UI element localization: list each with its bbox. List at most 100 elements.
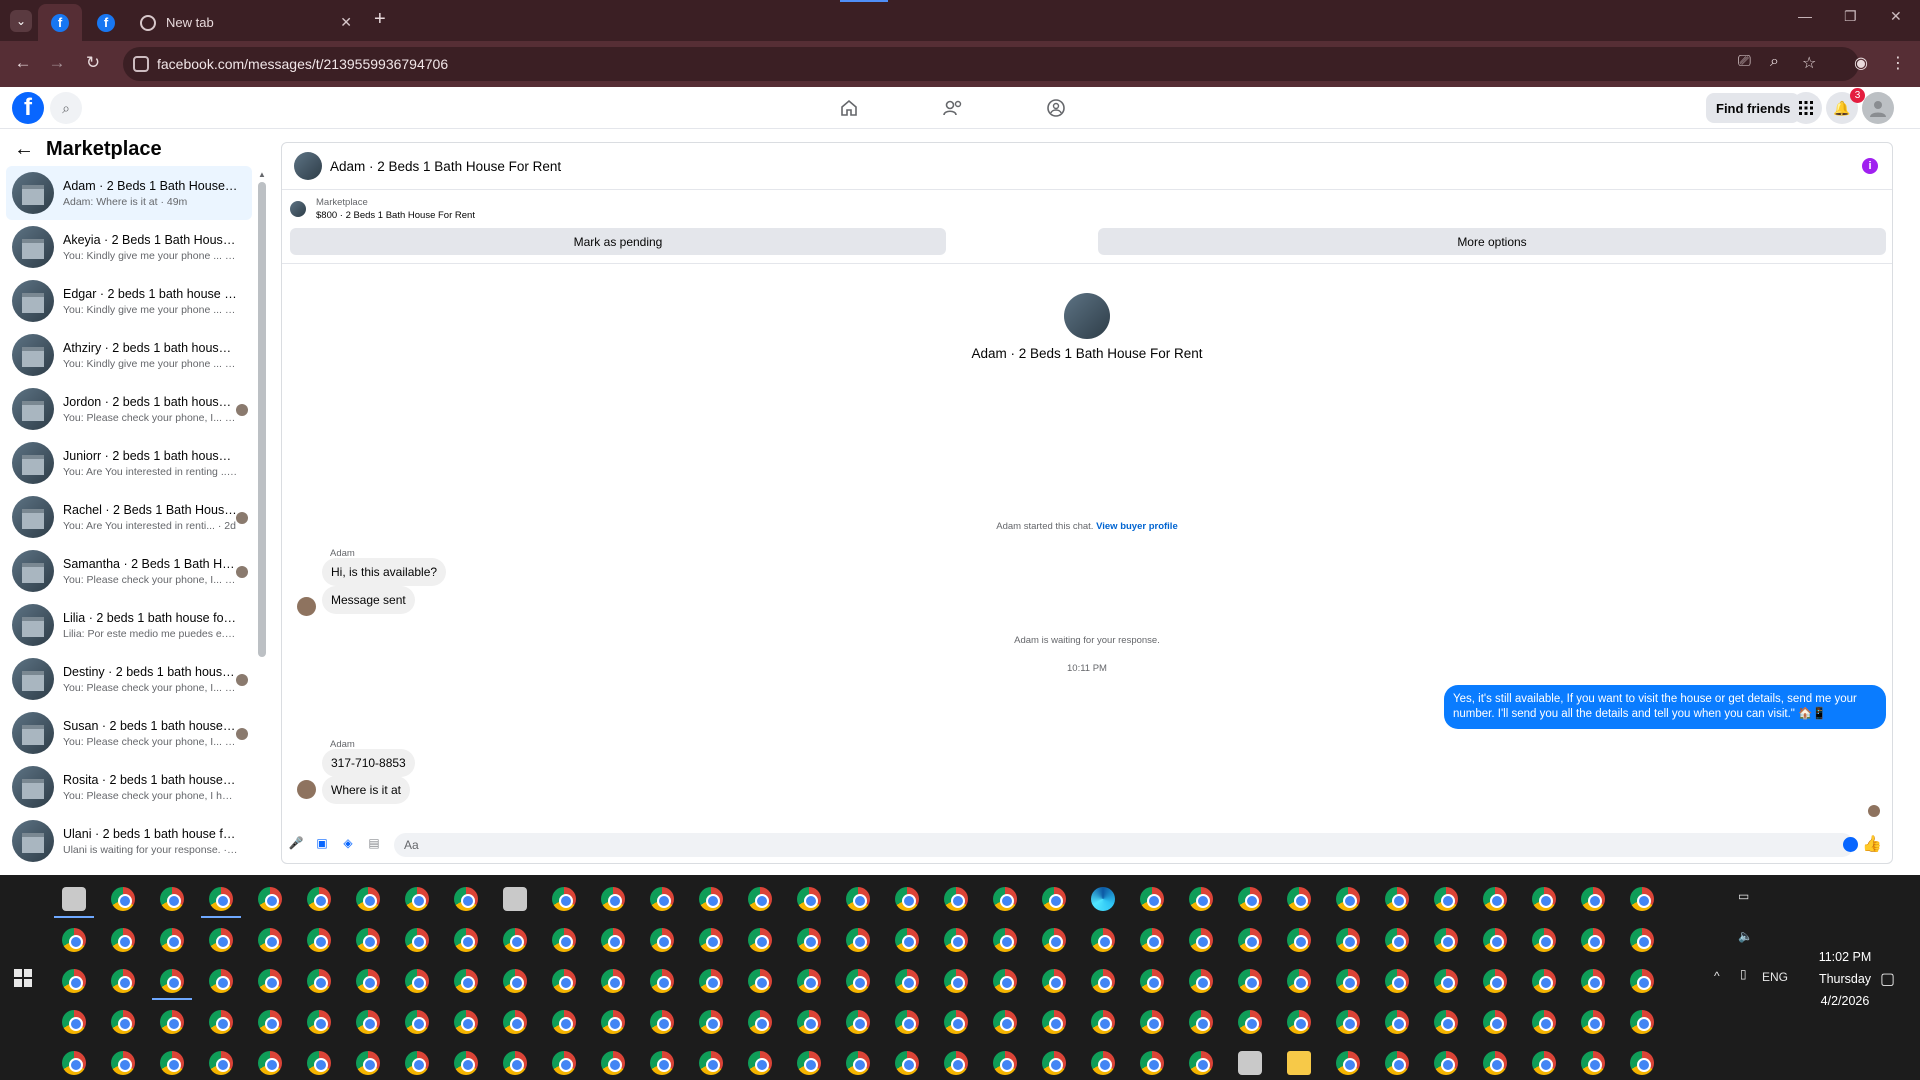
- chrome-taskbar-icon[interactable]: [699, 887, 723, 911]
- chrome-taskbar-icon[interactable]: [846, 1051, 870, 1075]
- chrome-taskbar-icon[interactable]: [601, 969, 625, 993]
- chrome-taskbar-icon[interactable]: [1238, 928, 1262, 952]
- chrome-taskbar-icon[interactable]: [650, 887, 674, 911]
- chrome-taskbar-icon[interactable]: [1581, 1010, 1605, 1034]
- chrome-taskbar-icon[interactable]: [307, 969, 331, 993]
- chrome-taskbar-icon[interactable]: [1140, 1010, 1164, 1034]
- tab-new-tab[interactable]: New tab ✕: [130, 4, 362, 41]
- chrome-taskbar-icon[interactable]: [307, 928, 331, 952]
- sticker-icon[interactable]: ◈: [340, 835, 356, 851]
- chrome-taskbar-icon[interactable]: [258, 969, 282, 993]
- chrome-taskbar-icon[interactable]: [1483, 1010, 1507, 1034]
- chrome-taskbar-icon[interactable]: [307, 887, 331, 911]
- chrome-taskbar-icon[interactable]: [1336, 1051, 1360, 1075]
- chrome-taskbar-icon[interactable]: [1140, 969, 1164, 993]
- message-input[interactable]: Aa: [394, 833, 1854, 857]
- chrome-taskbar-icon[interactable]: [748, 1051, 772, 1075]
- chrome-taskbar-icon[interactable]: [895, 1051, 919, 1075]
- facebook-pinned-tab[interactable]: f: [38, 4, 82, 41]
- chrome-taskbar-icon[interactable]: [160, 928, 184, 952]
- chrome-taskbar-icon[interactable]: [944, 928, 968, 952]
- chrome-taskbar-icon[interactable]: [552, 969, 576, 993]
- chrome-taskbar-icon[interactable]: [454, 928, 478, 952]
- chat-title[interactable]: Adam · 2 Beds 1 Bath House For Rent: [330, 159, 561, 174]
- chrome-taskbar-icon[interactable]: [503, 1010, 527, 1034]
- restore-icon[interactable]: ❐: [1844, 8, 1857, 25]
- chrome-taskbar-icon[interactable]: [160, 1051, 184, 1075]
- chrome-taskbar-icon[interactable]: [748, 1010, 772, 1034]
- chrome-taskbar-icon[interactable]: [62, 1010, 86, 1034]
- info-icon[interactable]: i: [1862, 158, 1878, 174]
- chrome-taskbar-icon[interactable]: [993, 928, 1017, 952]
- chrome-taskbar-icon[interactable]: [1042, 1010, 1066, 1034]
- tab-search-icon[interactable]: ⌄: [10, 10, 32, 32]
- chrome-taskbar-icon[interactable]: [650, 1051, 674, 1075]
- chrome-taskbar-icon[interactable]: [160, 969, 184, 993]
- install-app-icon[interactable]: ⎚: [1738, 53, 1751, 71]
- account-avatar[interactable]: [1862, 92, 1894, 124]
- chrome-taskbar-icon[interactable]: [111, 928, 135, 952]
- chrome-taskbar-icon[interactable]: [209, 1010, 233, 1034]
- chrome-taskbar-icon[interactable]: [1189, 887, 1213, 911]
- chrome-taskbar-icon[interactable]: [1042, 887, 1066, 911]
- chrome-taskbar-icon[interactable]: [1140, 928, 1164, 952]
- chrome-taskbar-icon[interactable]: [1189, 928, 1213, 952]
- facebook-logo-icon[interactable]: f: [12, 92, 44, 124]
- battery-icon[interactable]: ▯: [1740, 967, 1747, 981]
- chrome-taskbar-icon[interactable]: [895, 928, 919, 952]
- chrome-taskbar-icon[interactable]: [650, 969, 674, 993]
- chrome-taskbar-icon[interactable]: [307, 1010, 331, 1034]
- chrome-taskbar-icon[interactable]: [1189, 969, 1213, 993]
- chrome-taskbar-icon[interactable]: [1532, 1051, 1556, 1075]
- conversation-item[interactable]: Rachel · 2 Beds 1 Bath House For Rent You…: [6, 490, 252, 544]
- chrome-taskbar-icon[interactable]: [797, 1051, 821, 1075]
- chrome-taskbar-icon[interactable]: [846, 887, 870, 911]
- chrome-taskbar-icon[interactable]: [1434, 1010, 1458, 1034]
- friends-icon[interactable]: [939, 95, 967, 121]
- conversation-item[interactable]: Rosita · 2 beds 1 bath house for rent You…: [6, 760, 252, 814]
- chrome-taskbar-icon[interactable]: [1581, 969, 1605, 993]
- chrome-taskbar-icon[interactable]: [62, 969, 86, 993]
- chrome-taskbar-icon[interactable]: [601, 887, 625, 911]
- conversation-item[interactable]: Juniorr · 2 beds 1 bath house for rent Yo…: [6, 436, 252, 490]
- chevron-up-icon[interactable]: ^: [1714, 969, 1720, 983]
- message-bubble[interactable]: 317-710-8853: [322, 749, 415, 777]
- intro-avatar[interactable]: [1064, 293, 1110, 339]
- home-icon[interactable]: [835, 95, 863, 121]
- chrome-taskbar-icon[interactable]: [1483, 928, 1507, 952]
- chrome-taskbar-icon[interactable]: [454, 887, 478, 911]
- chrome-taskbar-icon[interactable]: [1287, 928, 1311, 952]
- chrome-taskbar-icon[interactable]: [895, 969, 919, 993]
- chrome-taskbar-icon[interactable]: [1189, 1051, 1213, 1075]
- chrome-taskbar-icon[interactable]: [699, 1051, 723, 1075]
- chrome-taskbar-icon[interactable]: [748, 969, 772, 993]
- sender-avatar[interactable]: [297, 597, 316, 616]
- chrome-taskbar-icon[interactable]: [846, 969, 870, 993]
- chrome-taskbar-icon[interactable]: [1532, 969, 1556, 993]
- chrome-taskbar-icon[interactable]: [1483, 887, 1507, 911]
- more-options-button[interactable]: More options: [1098, 228, 1886, 255]
- message-bubble[interactable]: Hi, is this available?: [322, 558, 447, 586]
- chrome-taskbar-icon[interactable]: [356, 1051, 380, 1075]
- chrome-taskbar-icon[interactable]: [1042, 1051, 1066, 1075]
- forward-icon[interactable]: →: [46, 53, 68, 73]
- language-indicator[interactable]: ENG: [1762, 970, 1788, 984]
- chrome-taskbar-icon[interactable]: [1238, 1010, 1262, 1034]
- chrome-taskbar-icon[interactable]: [552, 1051, 576, 1075]
- chrome-taskbar-icon[interactable]: [1091, 928, 1115, 952]
- gif-icon[interactable]: ▤: [366, 835, 382, 851]
- conversation-item[interactable]: Samantha · 2 Beds 1 Bath House For Rent Y…: [6, 544, 252, 598]
- chrome-taskbar-icon[interactable]: [552, 887, 576, 911]
- conversation-item[interactable]: Akeyia · 2 Beds 1 Bath House For Rent You…: [6, 220, 252, 274]
- chrome-taskbar-icon[interactable]: [650, 1010, 674, 1034]
- chrome-taskbar-icon[interactable]: [895, 1010, 919, 1034]
- volume-icon[interactable]: 🔈: [1738, 929, 1753, 943]
- network-icon[interactable]: ▭: [1738, 889, 1749, 903]
- app-taskbar-icon[interactable]: [503, 887, 527, 911]
- chrome-taskbar-icon[interactable]: [1287, 1010, 1311, 1034]
- file-explorer-icon[interactable]: [1287, 1051, 1311, 1075]
- close-window-icon[interactable]: ✕: [1890, 8, 1902, 25]
- outgoing-message-bubble[interactable]: Yes, it's still available, If you want t…: [1444, 685, 1886, 729]
- chrome-taskbar-icon[interactable]: [1434, 928, 1458, 952]
- chrome-taskbar-icon[interactable]: [1091, 969, 1115, 993]
